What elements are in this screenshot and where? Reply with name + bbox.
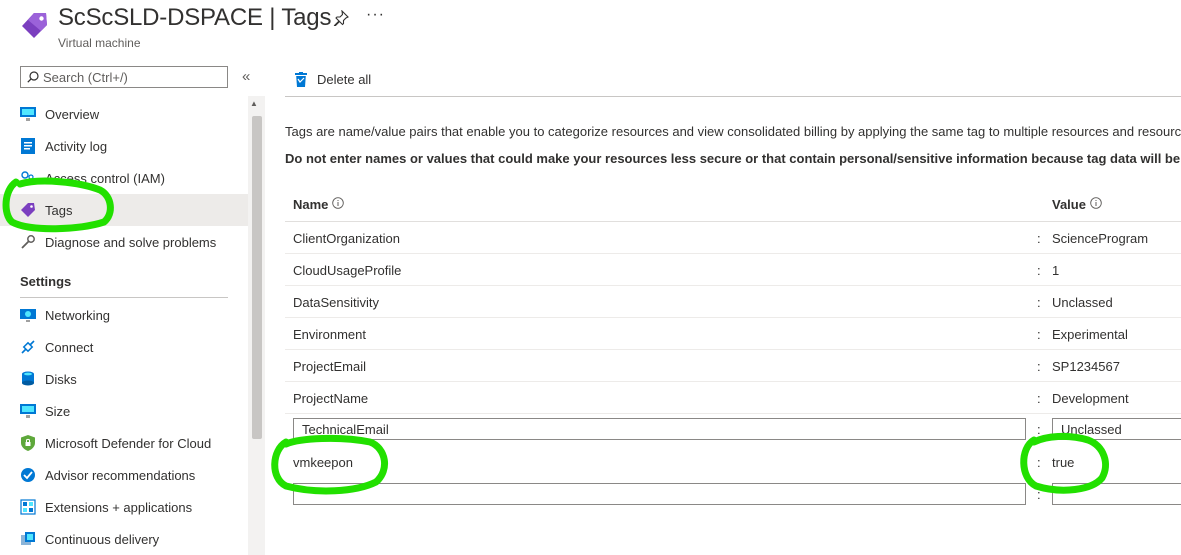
activity-log-icon: [20, 138, 36, 154]
sidebar-item-disks[interactable]: Disks: [0, 363, 248, 395]
sidebar-item-label: Access control (IAM): [45, 170, 165, 186]
sidebar-item-label: Connect: [45, 339, 94, 355]
settings-divider: [20, 297, 228, 298]
table-row: ClientOrganization : ScienceProgram: [285, 222, 1181, 254]
sidebar-item-continuous-delivery[interactable]: Continuous delivery: [0, 523, 248, 555]
collapse-sidebar-icon[interactable]: «: [242, 68, 250, 85]
sidebar-item-label: Continuous delivery: [45, 531, 160, 547]
overview-icon: [20, 106, 36, 122]
new-tag-value-input[interactable]: [1052, 483, 1181, 505]
delete-all-button[interactable]: Delete all: [295, 69, 371, 89]
more-options-icon[interactable]: ···: [366, 6, 385, 24]
tag-value: Unclassed: [1052, 295, 1113, 310]
sidebar-item-label: Activity log: [45, 138, 108, 154]
table-row: Environment : Experimental: [285, 318, 1181, 350]
virtual-machine-tag-icon: [20, 10, 50, 40]
tag-name: CloudUsageProfile: [293, 263, 402, 278]
separator: :: [1037, 295, 1041, 310]
sidebar-item-label: Advisor recommendations: [45, 467, 196, 483]
sidebar-item-activity-log[interactable]: Activity log: [0, 130, 248, 162]
search-icon: [27, 71, 39, 83]
sidebar-search[interactable]: [20, 66, 228, 88]
trash-icon: [295, 71, 307, 87]
access-control-icon: [20, 170, 36, 186]
sidebar-item-diagnose[interactable]: Diagnose and solve problems: [0, 226, 248, 258]
sidebar-item-label: Diagnose and solve problems: [45, 234, 217, 250]
table-row: ProjectEmail : SP1234567: [285, 350, 1181, 382]
separator: :: [1037, 327, 1041, 342]
sidebar-item-label: Networking: [45, 307, 111, 323]
sidebar-item-connect[interactable]: Connect: [0, 331, 248, 363]
sidebar-item-label: Microsoft Defender for Cloud: [45, 435, 212, 451]
delete-all-label: Delete all: [317, 71, 372, 87]
sidebar-item-advisor[interactable]: Advisor recommendations: [0, 459, 248, 491]
tag-value-input[interactable]: true: [1052, 455, 1074, 470]
tag-name: ProjectName: [293, 391, 369, 406]
separator: :: [1037, 422, 1041, 437]
sidebar-item-label: Disks: [45, 371, 77, 387]
value-column-header: Value: [1052, 197, 1102, 212]
tag-name: ProjectEmail: [293, 359, 366, 374]
separator: :: [1037, 391, 1041, 406]
sidebar-item-defender[interactable]: Microsoft Defender for Cloud: [0, 427, 248, 459]
tag-icon: [20, 202, 36, 218]
separator: :: [1037, 231, 1041, 246]
sidebar-item-tags[interactable]: Tags: [0, 194, 248, 226]
sidebar-item-label: Extensions + applications: [45, 499, 193, 515]
scroll-up-arrow-icon[interactable]: ▲: [250, 99, 258, 108]
sidebar-item-extensions[interactable]: Extensions + applications: [0, 491, 248, 523]
resource-type: Virtual machine: [58, 36, 141, 50]
command-bar-divider: [285, 96, 1181, 97]
sidebar-item-access-control[interactable]: Access control (IAM): [0, 162, 248, 194]
separator: :: [1037, 487, 1041, 502]
advisor-icon: [20, 467, 36, 483]
sidebar-scrollbar-thumb[interactable]: [252, 116, 262, 439]
pin-icon[interactable]: [333, 9, 349, 27]
page-title: ScScSLD-DSPACE | Tags: [58, 4, 332, 31]
disks-icon: [20, 371, 36, 387]
sidebar-item-label: Size: [45, 403, 71, 419]
sidebar-item-networking[interactable]: Networking: [0, 299, 248, 331]
settings-section-heading: Settings: [20, 274, 72, 289]
sidebar-item-label: Tags: [45, 202, 73, 218]
size-icon: [20, 403, 36, 419]
sidebar-item-overview[interactable]: Overview: [0, 98, 248, 130]
table-row: DataSensitivity : Unclassed: [285, 286, 1181, 318]
tag-value: 1: [1052, 263, 1060, 278]
tag-name-input[interactable]: TechnicalEmail: [293, 418, 1026, 440]
separator: :: [1037, 455, 1041, 470]
info-icon[interactable]: [1090, 197, 1102, 212]
connect-icon: [20, 339, 36, 355]
separator: :: [1037, 263, 1041, 278]
sidebar-item-label: Overview: [45, 106, 100, 122]
tag-name: Environment: [293, 327, 366, 342]
networking-icon: [20, 307, 36, 323]
extensions-icon: [20, 499, 36, 515]
tag-value: SP1234567: [1052, 359, 1120, 374]
separator: :: [1037, 359, 1041, 374]
wrench-icon: [20, 234, 36, 250]
table-row: CloudUsageProfile : 1: [285, 254, 1181, 286]
tag-value: ScienceProgram: [1052, 231, 1149, 246]
continuous-delivery-icon: [20, 531, 36, 547]
info-icon[interactable]: [332, 197, 345, 212]
new-tag-name-input[interactable]: [293, 483, 1026, 505]
name-column-header: Name: [293, 197, 345, 212]
tag-name: ClientOrganization: [293, 231, 400, 246]
tag-value-input[interactable]: Unclassed: [1052, 418, 1181, 440]
table-row: ProjectName : Development: [285, 382, 1181, 414]
sidebar-item-size[interactable]: Size: [0, 395, 248, 427]
tags-warning: Do not enter names or values that could …: [285, 151, 1181, 166]
search-input[interactable]: [43, 69, 213, 85]
tags-description: Tags are name/value pairs that enable yo…: [285, 124, 1181, 139]
defender-icon: [20, 435, 36, 451]
tag-value: Experimental: [1052, 327, 1128, 342]
tag-name-input[interactable]: vmkeepon: [293, 455, 353, 470]
tag-value: Development: [1052, 391, 1129, 406]
tag-name: DataSensitivity: [293, 295, 379, 310]
